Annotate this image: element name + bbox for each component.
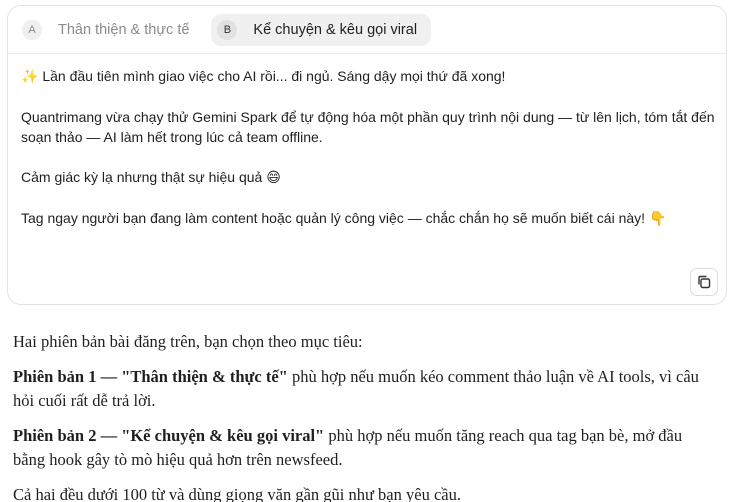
post-line-4-text: Tag ngay người bạn đang làm content hoặc…: [21, 210, 646, 226]
version-1-title: Phiên bản 1 — "Thân thiện & thực tế": [13, 367, 288, 386]
tab-divider: [8, 53, 726, 54]
response-card: A Thân thiện & thực tế B Kể chuyện & kêu…: [7, 5, 727, 305]
version-2-title: Phiên bản 2 — "Kể chuyện & kêu gọi viral…: [13, 426, 325, 445]
post-line-1: ✨ Lần đầu tiên mình giao việc cho AI rồi…: [21, 66, 715, 87]
post-line-4: Tag ngay người bạn đang làm content hoặc…: [21, 208, 715, 229]
explanation-version-2: Phiên bản 2 — "Kể chuyện & kêu gọi viral…: [13, 424, 713, 472]
post-line-2-text: Quantrimang vừa chạy thử Gemini Spark để…: [21, 109, 715, 145]
post-line-1-text: Lần đầu tiên mình giao việc cho AI rồi..…: [42, 68, 506, 84]
tab-letter-b: B: [217, 20, 238, 40]
explanation-version-1: Phiên bản 1 — "Thân thiện & thực tế" phù…: [13, 365, 713, 413]
tab-label-b: Kể chuyện & kêu gọi viral: [253, 22, 418, 38]
sparkles-icon: ✨: [21, 69, 39, 85]
grinning-face-icon: 😄: [266, 170, 281, 186]
pointing-down-icon: 👇: [648, 211, 667, 227]
post-line-3: Cảm giác kỳ lạ nhưng thật sự hiệu quả 😄: [21, 167, 715, 188]
explanation-intro: Hai phiên bản bài đăng trên, bạn chọn th…: [13, 332, 363, 351]
explanation-footer: Cả hai đều dưới 100 từ và dùng giọng văn…: [13, 485, 461, 502]
post-line-3-text: Cảm giác kỳ lạ nhưng thật sự hiệu quả: [21, 169, 263, 185]
explanation: Hai phiên bản bài đăng trên, bạn chọn th…: [13, 330, 713, 502]
copy-icon: [698, 275, 711, 289]
tab-letter-a: A: [22, 20, 42, 40]
post-content: ✨ Lần đầu tiên mình giao việc cho AI rồi…: [21, 66, 715, 249]
tab-label-a: Thân thiện & thực tế: [58, 22, 190, 38]
tab-version-b[interactable]: B Kể chuyện & kêu gọi viral: [211, 14, 432, 46]
copy-button[interactable]: [690, 268, 718, 296]
tab-version-a[interactable]: A Thân thiện & thực tế: [16, 14, 203, 46]
post-line-2: Quantrimang vừa chạy thử Gemini Spark để…: [21, 107, 715, 147]
version-tabs: A Thân thiện & thực tế B Kể chuyện & kêu…: [16, 14, 432, 46]
